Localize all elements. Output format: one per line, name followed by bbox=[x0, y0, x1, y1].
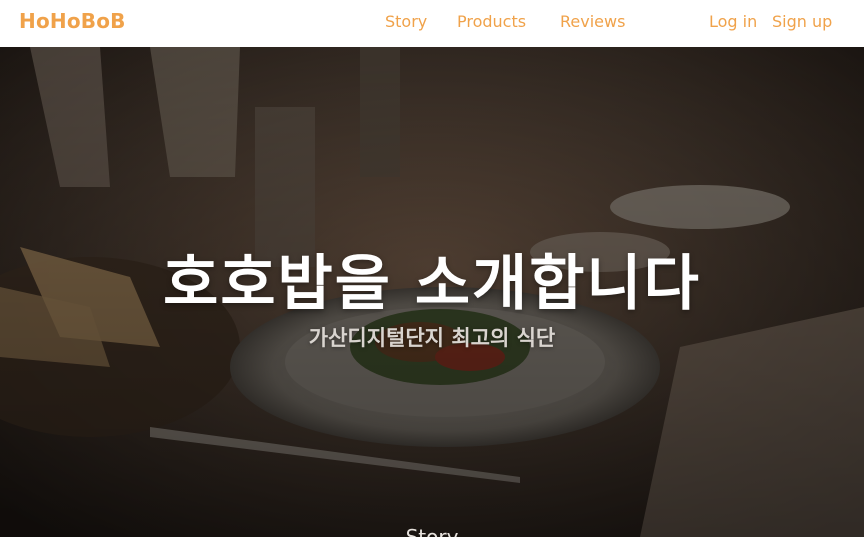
top-navbar: HoHoBoB Story Products Reviews Log in Si… bbox=[0, 0, 864, 47]
brand-logo[interactable]: HoHoBoB bbox=[19, 9, 126, 33]
hero-banner: 호호밥을 소개합니다 가산디지털단지 최고의 식단 Story bbox=[0, 47, 864, 537]
login-link[interactable]: Log in bbox=[709, 12, 757, 31]
hero-subtitle: 가산디지털단지 최고의 식단 bbox=[308, 326, 556, 350]
signup-link[interactable]: Sign up bbox=[772, 12, 832, 31]
hero-title: 호호밥을 소개합니다 bbox=[163, 249, 701, 319]
nav-reviews-link[interactable]: Reviews bbox=[560, 12, 625, 31]
nav-story-link[interactable]: Story bbox=[385, 12, 427, 31]
story-section-label: Story bbox=[405, 525, 459, 537]
nav-products-link[interactable]: Products bbox=[457, 12, 526, 31]
